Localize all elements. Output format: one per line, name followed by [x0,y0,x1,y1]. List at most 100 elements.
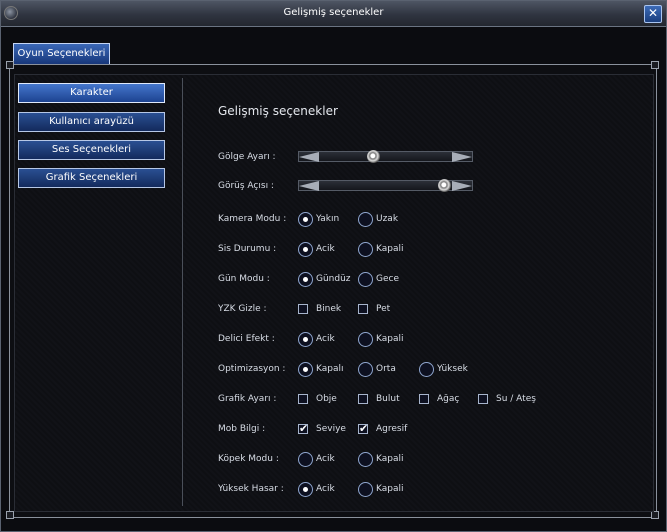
shadow-setting-label: Gölge Ayarı : [218,152,276,162]
slider-right-arrow-icon[interactable] [452,152,472,162]
option-checkbox[interactable]: Su / Ateş [478,391,536,407]
option-radio[interactable]: Yüksek [419,361,468,377]
radio-selected-icon[interactable] [298,271,313,287]
close-button[interactable]: ✕ [644,5,662,23]
option-row-label: Grafik Ayarı : [218,394,277,404]
panel-corner-ornament [651,61,659,69]
option-label: Kapali [376,244,404,254]
checkbox-unchecked-icon[interactable] [298,304,308,314]
shadow-setting-slider[interactable] [298,150,473,163]
radio-selected-icon[interactable] [298,361,313,377]
radio-selected-icon[interactable] [298,211,313,227]
radio-unselected-icon[interactable] [358,361,373,377]
radio-unselected-icon[interactable] [358,271,373,287]
radio-unselected-icon[interactable] [358,451,373,467]
option-label: Seviye [316,424,346,434]
option-label: Kapali [376,454,404,464]
radio-selected-icon[interactable] [298,331,313,347]
radio-unselected-icon[interactable] [358,241,373,257]
checkbox-unchecked-icon[interactable] [358,304,368,314]
panel-corner-ornament [6,61,14,69]
option-label: Gündüz [316,274,351,284]
panel-corner-ornament [6,511,14,519]
radio-selected-icon[interactable] [298,241,313,257]
option-row-label: Mob Bilgi : [218,424,266,434]
menu-button-karakter[interactable]: Karakter [18,83,165,103]
option-checkbox[interactable]: Bulut [358,391,400,407]
option-radio[interactable]: Kapali [358,331,404,347]
slider-left-arrow-icon[interactable] [299,181,319,191]
option-row-label: Köpek Modu : [218,454,279,464]
option-label: Gece [376,274,399,284]
option-radio[interactable]: Yakın [298,211,339,227]
option-row-label: Yüksek Hasar : [218,484,284,494]
option-label: Binek [316,304,342,314]
option-row-label: Sis Durumu : [218,244,277,254]
window-title: Gelişmiş seçenekler [283,7,384,18]
section-divider [182,78,183,506]
option-radio[interactable]: Kapalı [298,361,344,377]
option-checkbox[interactable]: Pet [358,301,390,317]
title-bar[interactable]: Gelişmiş seçenekler ✕ [1,1,666,27]
option-label: Acik [316,484,335,494]
option-row-label: Optimizasyon : [218,364,286,374]
radio-unselected-icon[interactable] [358,331,373,347]
option-label: Agresif [376,424,408,434]
checkbox-checked-icon[interactable]: ✔ [298,423,308,434]
panel-corner-ornament [651,511,659,519]
tab-oyun-secenekleri[interactable]: Oyun Seçenekleri [13,43,110,64]
option-checkbox[interactable]: Binek [298,301,341,317]
slider-right-arrow-icon[interactable] [452,181,472,191]
option-label: Acik [316,454,335,464]
radio-selected-icon[interactable] [298,481,313,497]
option-label: Pet [376,304,391,314]
option-radio[interactable]: Acik [298,451,335,467]
checkbox-unchecked-icon[interactable] [358,394,368,404]
option-radio[interactable]: Gece [358,271,399,287]
option-row-label: Gün Modu : [218,274,270,284]
option-label: Kapali [376,334,404,344]
option-label: Su / Ateş [496,394,536,404]
option-checkbox[interactable]: Obje [298,391,337,407]
checkbox-unchecked-icon[interactable] [478,394,488,404]
option-label: Uzak [376,214,399,224]
view-distance-slider[interactable] [298,179,473,192]
option-label: Kapalı [316,364,344,374]
slider-left-arrow-icon[interactable] [299,152,319,162]
option-label: Ağaç [437,394,460,404]
radio-unselected-icon[interactable] [358,481,373,497]
option-label: Yüksek [437,364,468,374]
menu-button-ses-secenekleri[interactable]: Ses Seçenekleri [18,140,165,160]
menu-button-grafik-secenekleri[interactable]: Grafik Seçenekleri [18,168,165,188]
option-checkbox[interactable]: ✔ Seviye [298,421,346,437]
radio-unselected-icon[interactable] [298,451,313,467]
menu-button-kullanici-arayuzu[interactable]: Kullanıcı arayüzü [18,112,165,132]
option-radio[interactable]: Acik [298,481,335,497]
option-label: Acik [316,334,335,344]
slider-knob[interactable] [438,179,452,192]
section-title: Gelişmiş seçenekler [218,104,338,118]
checkbox-unchecked-icon[interactable] [419,394,429,404]
option-row-label: YZK Gizle : [218,304,267,314]
checkbox-checked-icon[interactable]: ✔ [358,423,368,434]
option-checkbox[interactable]: Ağaç [419,391,459,407]
option-radio[interactable]: Acik [298,241,335,257]
option-label: Yakın [316,214,340,224]
option-radio[interactable]: Gündüz [298,271,351,287]
slider-knob[interactable] [367,150,381,163]
option-radio[interactable]: Kapali [358,451,404,467]
option-label: Obje [316,394,337,404]
option-radio[interactable]: Kapali [358,481,404,497]
option-label: Orta [376,364,396,374]
radio-unselected-icon[interactable] [419,361,434,377]
option-label: Bulut [376,394,400,404]
option-radio[interactable]: Acik [298,331,335,347]
option-checkbox[interactable]: ✔ Agresif [358,421,407,437]
checkbox-unchecked-icon[interactable] [298,394,308,404]
option-radio[interactable]: Orta [358,361,396,377]
option-row-label: Delici Efekt : [218,334,275,344]
option-radio[interactable]: Uzak [358,211,398,227]
option-label: Acik [316,244,335,254]
radio-unselected-icon[interactable] [358,211,373,227]
option-radio[interactable]: Kapali [358,241,404,257]
